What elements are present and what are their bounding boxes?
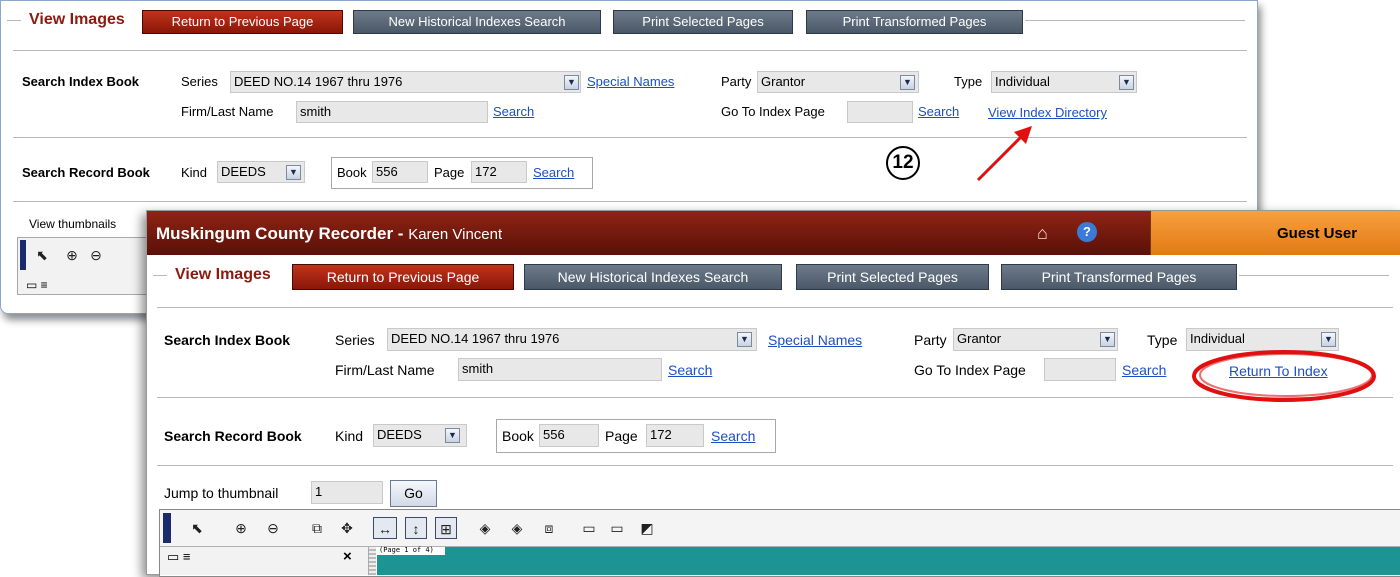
invert-icon[interactable]: ◩ bbox=[637, 517, 657, 539]
fit-width-icon[interactable]: ↔ bbox=[373, 517, 397, 539]
guest-user-label: Guest User bbox=[1277, 225, 1358, 242]
chevron-down-icon[interactable]: ▼ bbox=[1100, 332, 1115, 347]
page-label: Page bbox=[434, 165, 465, 180]
app-title-text: Muskingum County Recorder - bbox=[156, 224, 404, 243]
highlight-ellipse-icon bbox=[1192, 350, 1376, 402]
thumbnail-view-icon[interactable]: ▭ ≡ bbox=[26, 278, 48, 292]
go-to-index-page-label: Go To Index Page bbox=[721, 104, 825, 119]
view-thumbnails-label: View thumbnails bbox=[29, 217, 117, 231]
chevron-down-icon[interactable]: ▼ bbox=[900, 75, 915, 90]
chevron-down-icon[interactable]: ▼ bbox=[737, 332, 752, 347]
zoom-in-icon[interactable]: ⊕ bbox=[62, 244, 82, 266]
chevron-down-icon[interactable]: ▼ bbox=[286, 165, 301, 180]
zoom-rectangle-icon[interactable]: ⧉ bbox=[307, 517, 327, 539]
firm-last-name-label: Firm/Last Name bbox=[181, 104, 274, 119]
fit-page-icon[interactable]: ⊞ bbox=[435, 517, 457, 539]
index-search-link[interactable]: Search bbox=[493, 104, 534, 119]
go-to-index-search-link[interactable]: Search bbox=[1122, 362, 1166, 378]
series-select[interactable]: DEED NO.14 1967 thru 1976 bbox=[230, 71, 581, 93]
search-record-book-label: Search Record Book bbox=[22, 165, 150, 180]
book-label: Book bbox=[337, 165, 367, 180]
go-to-index-search-link[interactable]: Search bbox=[918, 104, 959, 119]
series-label: Series bbox=[335, 332, 375, 348]
step-marker: 12 bbox=[886, 146, 920, 180]
app-title: Muskingum County Recorder - Karen Vincen… bbox=[156, 224, 502, 244]
book-input[interactable]: 556 bbox=[372, 161, 428, 183]
zoom-in-icon[interactable]: ⊕ bbox=[231, 517, 251, 539]
go-button[interactable]: Go bbox=[390, 480, 437, 507]
type-label: Type bbox=[954, 74, 983, 89]
page-copy-icon[interactable]: ▭ bbox=[607, 517, 627, 539]
party-label: Party bbox=[914, 332, 947, 348]
return-to-previous-page-button[interactable]: Return to Previous Page bbox=[142, 10, 343, 34]
pan-icon[interactable]: ✥ bbox=[337, 517, 357, 539]
series-label: Series bbox=[181, 74, 218, 89]
special-names-link[interactable]: Special Names bbox=[768, 332, 862, 348]
jump-to-thumbnail-input[interactable]: 1 bbox=[311, 481, 383, 504]
page-indicator: (Page 1 of 4) bbox=[379, 546, 434, 554]
new-historical-indexes-search-button[interactable]: New Historical Indexes Search bbox=[353, 10, 601, 34]
record-search-link[interactable]: Search bbox=[533, 165, 574, 180]
book-input[interactable]: 556 bbox=[539, 424, 599, 447]
print-transformed-pages-button[interactable]: Print Transformed Pages bbox=[1001, 264, 1237, 290]
jump-to-thumbnail-label: Jump to thumbnail bbox=[164, 485, 279, 501]
user-name: Karen Vincent bbox=[408, 226, 503, 243]
zoom-out-icon[interactable]: ⊖ bbox=[263, 517, 283, 539]
type-select[interactable]: Individual bbox=[991, 71, 1137, 93]
new-historical-indexes-search-button[interactable]: New Historical Indexes Search bbox=[524, 264, 782, 290]
special-names-link[interactable]: Special Names bbox=[587, 74, 674, 89]
splitter-handle[interactable] bbox=[369, 547, 376, 575]
print-transformed-pages-button[interactable]: Print Transformed Pages bbox=[806, 10, 1023, 34]
select-tool-icon[interactable]: ⬉ bbox=[187, 517, 207, 539]
chevron-down-icon[interactable]: ▼ bbox=[1119, 75, 1134, 90]
viewer-toolbar-partial: ⬉ ⊕ ⊖ ▭ ≡ bbox=[17, 237, 149, 295]
firm-last-name-label: Firm/Last Name bbox=[335, 362, 435, 378]
page-input[interactable]: 172 bbox=[646, 424, 704, 447]
search-index-book-label: Search Index Book bbox=[22, 74, 140, 89]
page-input[interactable]: 172 bbox=[471, 161, 527, 183]
next-page-icon[interactable]: ⧈ bbox=[539, 517, 559, 539]
chevron-down-icon[interactable]: ▼ bbox=[445, 428, 460, 443]
select-tool-icon[interactable]: ⬉ bbox=[32, 244, 52, 266]
go-to-index-page-input[interactable] bbox=[847, 101, 913, 123]
print-selected-pages-button[interactable]: Print Selected Pages bbox=[796, 264, 989, 290]
return-to-previous-page-button[interactable]: Return to Previous Page bbox=[292, 264, 514, 290]
search-index-book-label: Search Index Book bbox=[164, 332, 291, 348]
firm-last-name-input[interactable]: smith bbox=[458, 358, 662, 381]
type-label: Type bbox=[1147, 332, 1178, 348]
book-label: Book bbox=[502, 428, 534, 444]
print-selected-pages-button[interactable]: Print Selected Pages bbox=[613, 10, 793, 34]
go-to-index-page-label: Go To Index Page bbox=[914, 362, 1026, 378]
fit-height-icon[interactable]: ↕ bbox=[405, 517, 427, 539]
view-images-legend: View Images bbox=[175, 266, 271, 283]
series-select[interactable]: DEED NO.14 1967 thru 1976 bbox=[387, 328, 757, 351]
party-label: Party bbox=[721, 74, 752, 89]
party-select[interactable]: Grantor bbox=[953, 328, 1118, 351]
thumbnail-pane bbox=[160, 547, 369, 575]
help-icon[interactable]: ? bbox=[1077, 222, 1097, 242]
home-icon[interactable]: ⌂ bbox=[1037, 223, 1048, 244]
index-search-link[interactable]: Search bbox=[668, 362, 712, 378]
toolbar-grip bbox=[20, 240, 26, 270]
kind-label: Kind bbox=[181, 165, 208, 180]
rotate-right-icon[interactable]: ◈ bbox=[475, 517, 495, 539]
close-icon[interactable]: × bbox=[343, 548, 352, 565]
view-images-legend: View Images bbox=[29, 11, 125, 28]
thumbnail-view-icon[interactable]: ▭ ≡ bbox=[167, 549, 190, 565]
rotate-left-icon[interactable]: ◈ bbox=[507, 517, 527, 539]
document-image bbox=[377, 547, 1400, 575]
search-record-book-label: Search Record Book bbox=[164, 428, 302, 444]
chevron-down-icon[interactable]: ▼ bbox=[564, 75, 579, 90]
page-icon[interactable]: ▭ bbox=[579, 517, 599, 539]
kind-label: Kind bbox=[335, 428, 364, 444]
guest-user-panel[interactable] bbox=[1150, 211, 1400, 255]
record-search-link[interactable]: Search bbox=[711, 428, 755, 444]
page-label: Page bbox=[605, 428, 638, 444]
go-to-index-page-input[interactable] bbox=[1044, 358, 1116, 381]
toolbar-grip bbox=[163, 513, 171, 543]
firm-last-name-input[interactable]: smith bbox=[296, 101, 488, 123]
zoom-out-icon[interactable]: ⊖ bbox=[86, 244, 106, 266]
party-select[interactable]: Grantor bbox=[757, 71, 919, 93]
annotation-arrow-icon bbox=[976, 126, 1032, 182]
